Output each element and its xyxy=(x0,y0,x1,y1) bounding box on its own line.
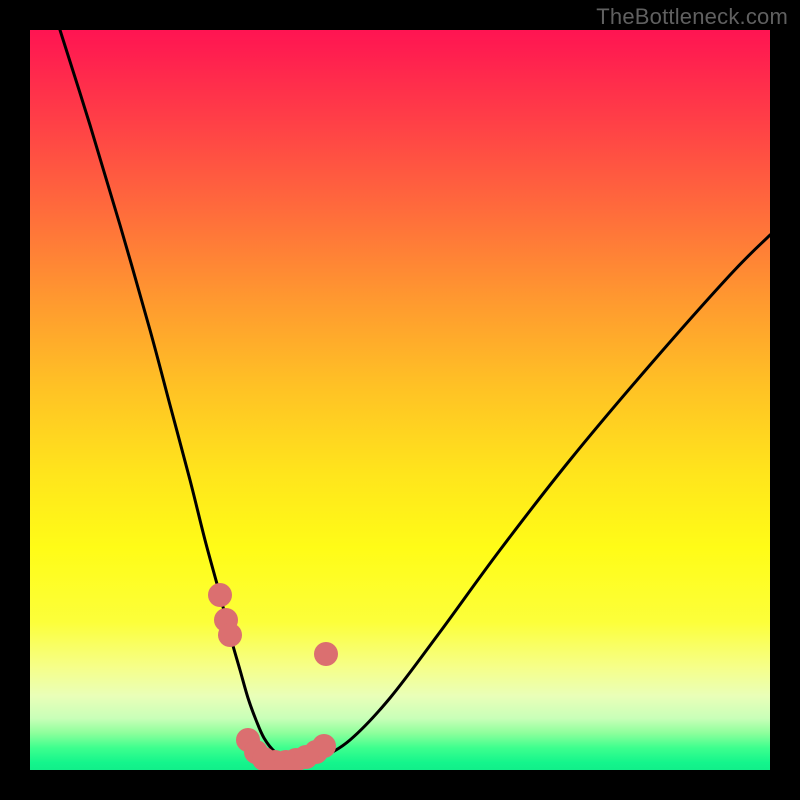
marker-dot xyxy=(208,583,232,607)
chart-frame: TheBottleneck.com xyxy=(0,0,800,800)
marker-dot xyxy=(218,623,242,647)
bottleneck-curve xyxy=(60,30,770,762)
marker-dot xyxy=(312,734,336,758)
watermark-text: TheBottleneck.com xyxy=(596,4,788,30)
plot-area xyxy=(30,30,770,770)
bottleneck-curve-path xyxy=(60,30,770,762)
marker-dot xyxy=(314,642,338,666)
highlight-markers xyxy=(208,583,338,770)
curve-layer xyxy=(30,30,770,770)
